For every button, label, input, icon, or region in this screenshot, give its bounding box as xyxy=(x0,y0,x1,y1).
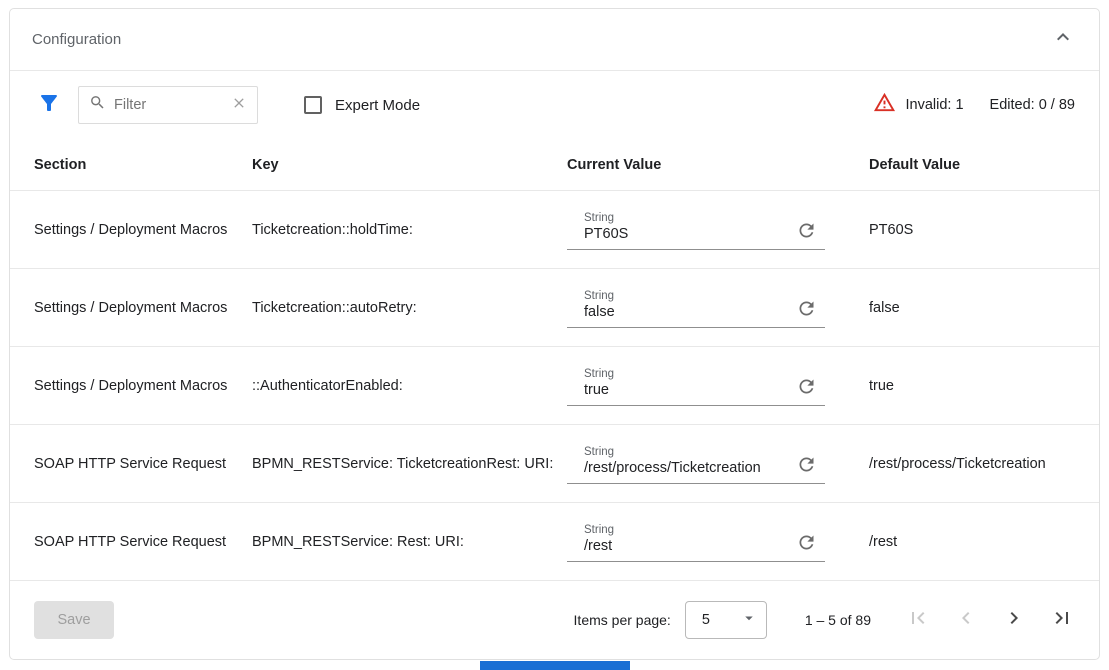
bottom-accent-bar xyxy=(480,661,630,670)
page-range-label: 1 – 5 of 89 xyxy=(805,612,871,628)
default-value-cell: /rest/process/Ticketcreation xyxy=(869,456,1075,472)
status-area: Invalid: 1 Edited: 0 / 89 xyxy=(873,91,1076,119)
clear-filter-button[interactable] xyxy=(231,95,247,116)
column-header-default-value: Default Value xyxy=(869,157,1075,173)
section-cell: SOAP HTTP Service Request xyxy=(34,534,252,550)
key-cell: Ticketcreation::holdTime: xyxy=(252,222,567,238)
value-type-label: String xyxy=(584,212,789,224)
current-value-cell: String xyxy=(567,443,869,484)
filter-input[interactable] xyxy=(114,97,223,113)
table-row: SOAP HTTP Service Request BPMN_RESTServi… xyxy=(10,425,1099,503)
default-value-cell: false xyxy=(869,300,1075,316)
items-per-page-select[interactable]: 5 xyxy=(685,601,767,639)
first-page-button[interactable] xyxy=(905,607,931,633)
column-header-key: Key xyxy=(252,157,567,173)
first-page-icon xyxy=(906,606,930,635)
default-value-cell: true xyxy=(869,378,1075,394)
paginator xyxy=(905,607,1075,633)
current-value-cell: String xyxy=(567,287,869,328)
reset-value-button[interactable] xyxy=(796,454,817,479)
default-value-cell: /rest xyxy=(869,534,1075,550)
table-header-row: Section Key Current Value Default Value xyxy=(10,139,1099,191)
next-page-button[interactable] xyxy=(1001,607,1027,633)
invalid-count: Invalid: 1 xyxy=(906,97,964,113)
section-cell: Settings / Deployment Macros xyxy=(34,300,252,316)
reset-value-button[interactable] xyxy=(796,532,817,557)
current-value-input[interactable] xyxy=(584,382,789,398)
column-header-current-value: Current Value xyxy=(567,157,869,173)
chevron-left-icon xyxy=(954,606,978,635)
key-cell: Ticketcreation::autoRetry: xyxy=(252,300,567,316)
expert-mode-checkbox[interactable] xyxy=(304,96,322,114)
last-page-button[interactable] xyxy=(1049,607,1075,633)
current-value-cell: String xyxy=(567,209,869,250)
table-row: Settings / Deployment Macros ::Authentic… xyxy=(10,347,1099,425)
panel-title: Configuration xyxy=(32,31,121,48)
current-value-field: String xyxy=(567,365,825,406)
page: Configuration xyxy=(0,0,1109,670)
section-cell: Settings / Deployment Macros xyxy=(34,378,252,394)
chevron-up-icon xyxy=(1051,25,1075,54)
reset-value-button[interactable] xyxy=(796,298,817,323)
section-cell: SOAP HTTP Service Request xyxy=(34,456,252,472)
refresh-icon xyxy=(796,376,817,401)
current-value-field: String xyxy=(567,287,825,328)
value-type-label: String xyxy=(584,524,789,536)
key-cell: BPMN_RESTService: Rest: URI: xyxy=(252,534,567,550)
filter-toggle-button[interactable] xyxy=(34,90,64,120)
filter-search-box xyxy=(78,86,258,124)
footer: Save Items per page: 5 1 – 5 of 89 xyxy=(10,581,1099,659)
refresh-icon xyxy=(796,220,817,245)
warning-triangle-icon xyxy=(873,91,896,119)
current-value-cell: String xyxy=(567,365,869,406)
table-row: Settings / Deployment Macros Ticketcreat… xyxy=(10,191,1099,269)
current-value-input[interactable] xyxy=(584,226,789,242)
chevron-right-icon xyxy=(1002,606,1026,635)
default-value-cell: PT60S xyxy=(869,222,1075,238)
filter-funnel-icon xyxy=(37,91,61,120)
reset-value-button[interactable] xyxy=(796,220,817,245)
table-body: Settings / Deployment Macros Ticketcreat… xyxy=(10,191,1099,581)
key-cell: BPMN_RESTService: TicketcreationRest: UR… xyxy=(252,456,567,472)
current-value-field: String xyxy=(567,443,825,484)
close-icon xyxy=(231,95,247,116)
previous-page-button[interactable] xyxy=(953,607,979,633)
items-per-page-value: 5 xyxy=(702,612,710,628)
toolbar: Expert Mode Invalid: 1 Edited: 0 / 89 xyxy=(10,71,1099,139)
table-row: Settings / Deployment Macros Ticketcreat… xyxy=(10,269,1099,347)
refresh-icon xyxy=(796,532,817,557)
collapse-panel-button[interactable] xyxy=(1049,26,1077,54)
dropdown-arrow-icon xyxy=(740,609,758,632)
reset-value-button[interactable] xyxy=(796,376,817,401)
last-page-icon xyxy=(1050,606,1074,635)
current-value-input[interactable] xyxy=(584,304,789,320)
panel-header: Configuration xyxy=(10,9,1099,71)
value-type-label: String xyxy=(584,446,789,458)
value-type-label: String xyxy=(584,290,789,302)
table-row: SOAP HTTP Service Request BPMN_RESTServi… xyxy=(10,503,1099,581)
value-type-label: String xyxy=(584,368,789,380)
edited-count: Edited: 0 / 89 xyxy=(990,97,1075,113)
column-header-section: Section xyxy=(34,157,252,173)
current-value-field: String xyxy=(567,209,825,250)
current-value-input[interactable] xyxy=(584,538,789,554)
current-value-cell: String xyxy=(567,521,869,562)
key-cell: ::AuthenticatorEnabled: xyxy=(252,378,567,394)
current-value-input[interactable] xyxy=(584,460,789,476)
configuration-panel: Configuration xyxy=(9,8,1100,660)
section-cell: Settings / Deployment Macros xyxy=(34,222,252,238)
current-value-field: String xyxy=(567,521,825,562)
expert-mode-label: Expert Mode xyxy=(335,97,420,114)
expert-mode-toggle[interactable]: Expert Mode xyxy=(304,96,420,114)
refresh-icon xyxy=(796,454,817,479)
search-icon xyxy=(89,94,106,116)
save-button[interactable]: Save xyxy=(34,601,114,639)
refresh-icon xyxy=(796,298,817,323)
items-per-page-label: Items per page: xyxy=(574,612,671,628)
